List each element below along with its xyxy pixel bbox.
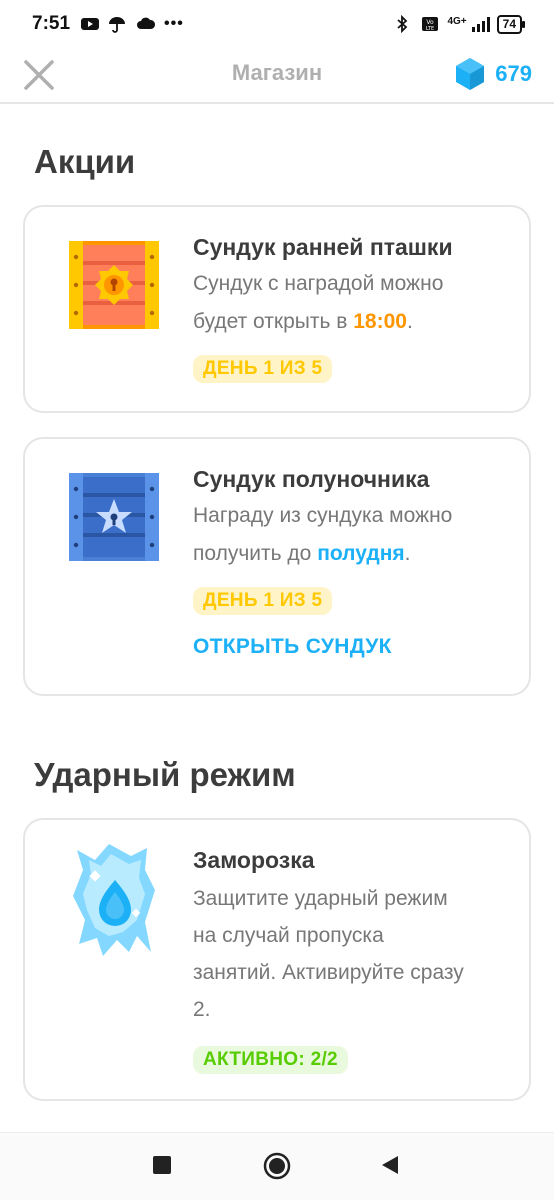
card-desc-line: Защитите ударный режим <box>193 887 448 910</box>
card-title: Сундук ранней пташки <box>193 234 453 260</box>
action-row: ОТКРЫТЬ СУНДУК <box>193 635 509 659</box>
umbrella-icon <box>108 15 126 33</box>
section-title-promotions: Акции <box>34 143 136 180</box>
section-title-streak: Ударный режим <box>34 756 296 793</box>
early-bird-chest-card[interactable]: Сундук ранней пташки Сундук с наградой м… <box>23 205 531 413</box>
bluetooth-icon <box>395 14 413 34</box>
card-body: Сундук полуночника Награду из сундука мо… <box>193 465 509 659</box>
signal-icon <box>471 15 490 33</box>
badge-row: ДЕНЬ 1 ИЗ 5 <box>193 355 509 383</box>
blue-chest-icon <box>65 467 163 570</box>
cloud-icon <box>136 15 156 33</box>
status-more-dots: ••• <box>164 15 184 32</box>
battery-icon: 74 <box>496 14 526 34</box>
volte-icon: Vo LTE <box>421 15 439 33</box>
status-right: Vo LTE 4G+ 74 <box>395 14 526 34</box>
recents-square-icon <box>153 1156 171 1174</box>
card-desc-line: получить до полудня. <box>193 535 509 573</box>
status-time: 7:51 <box>32 13 71 34</box>
day-progress-badge: ДЕНЬ 1 ИЗ 5 <box>193 587 333 615</box>
card-desc-text: . <box>404 542 411 565</box>
card-title: Сундук полуночника <box>193 466 430 492</box>
system-nav-bar <box>0 1132 554 1200</box>
gem-icon <box>456 58 485 90</box>
card-desc-line: на случай пропуска <box>193 924 384 947</box>
status-bar: 7:51 ••• Vo LTE 4G+ 74 <box>0 0 554 48</box>
ice-freeze-icon <box>65 840 163 965</box>
unlock-time: 18:00 <box>353 310 407 333</box>
card-desc-line: будет открыть в 18:00. <box>193 303 509 341</box>
recents-button[interactable] <box>152 1155 172 1180</box>
home-button[interactable] <box>263 1152 291 1185</box>
deadline-highlight: полудня <box>317 542 405 565</box>
day-progress-badge: ДЕНЬ 1 ИЗ 5 <box>193 355 333 383</box>
card-description: Защитите ударный режим на случай пропуск… <box>193 880 509 1028</box>
back-triangle-icon <box>382 1156 398 1174</box>
night-owl-chest-card[interactable]: Сундук полуночника Награду из сундука мо… <box>23 437 531 696</box>
card-desc-line: Награду из сундука можно <box>193 504 453 527</box>
gems-count: 679 <box>495 61 532 86</box>
battery-level: 74 <box>502 16 516 31</box>
card-desc-text: будет открыть в <box>193 310 354 333</box>
svg-text:Vo: Vo <box>427 19 435 26</box>
card-description: Сундук с наградой можно будет открыть в … <box>193 265 509 341</box>
card-desc-text: . <box>406 310 413 333</box>
streak-freeze-card[interactable]: Заморозка Защитите ударный режим на случ… <box>23 818 531 1101</box>
svg-text:LTE: LTE <box>426 26 434 32</box>
active-status-badge: АКТИВНО: 2/2 <box>193 1046 348 1074</box>
back-button[interactable] <box>380 1155 400 1180</box>
card-desc-line: занятий. Активируйте сразу <box>193 961 464 984</box>
card-body: Сундук ранней пташки Сундук с наградой м… <box>193 233 509 383</box>
card-description: Награду из сундука можно получить до пол… <box>193 497 509 573</box>
home-circle-icon <box>263 1152 291 1180</box>
badge-row: ДЕНЬ 1 ИЗ 5 <box>193 587 509 615</box>
card-desc-text: получить до <box>193 542 318 565</box>
app-header: Магазин 679 <box>0 48 554 104</box>
youtube-icon <box>80 15 100 33</box>
open-chest-button[interactable]: ОТКРЫТЬ СУНДУК <box>193 635 392 659</box>
status-left: 7:51 ••• <box>32 13 184 35</box>
card-desc-line: Сундук с наградой можно <box>193 272 444 295</box>
gems-counter[interactable]: 679 <box>455 56 532 92</box>
orange-chest-icon <box>65 235 163 338</box>
network-type: 4G+ <box>447 15 467 27</box>
card-title: Заморозка <box>193 847 315 873</box>
badge-row: АКТИВНО: 2/2 <box>193 1046 509 1074</box>
shop-screen: 7:51 ••• Vo LTE 4G+ 74 Магазин 679 Акции… <box>0 0 554 1200</box>
card-body: Заморозка Защитите ударный режим на случ… <box>193 846 509 1074</box>
card-desc-line: 2. <box>193 998 211 1021</box>
